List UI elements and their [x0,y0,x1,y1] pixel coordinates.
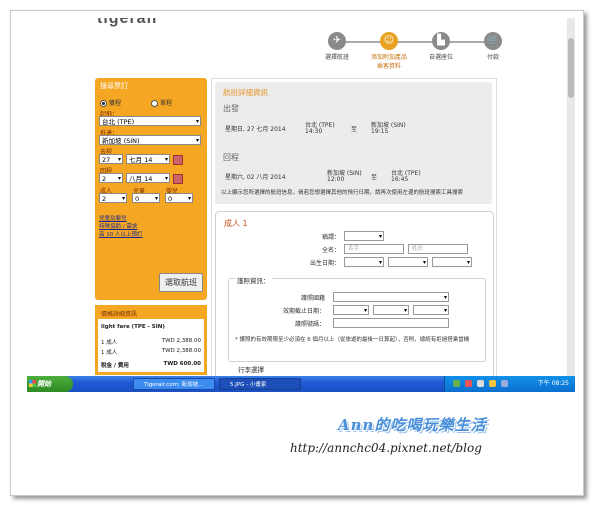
task-paint[interactable]: 5.JPG - 小畫家 [219,378,301,390]
outbound-label: 出發 [223,104,239,113]
tray-network-icon[interactable] [453,380,460,387]
flight-details-title: 航班詳細資訊 [223,88,268,97]
link-children-infants[interactable]: 兒童及嬰兒 [99,214,127,222]
origin-select[interactable]: 台北 (TPE) [99,116,201,127]
adults-select[interactable]: 2 [99,193,127,204]
return-day-select[interactable]: 2 [99,173,123,184]
seat-icon: ▙ [432,32,450,50]
expiry-day-select[interactable] [333,305,369,315]
depart-day-select[interactable]: 27 [99,154,123,165]
windows-taskbar: 開始 Tigerair.com: 新加坡... 5.JPG - 小畫家 下午 0… [27,376,575,392]
passport-country-select[interactable] [333,292,449,302]
outbound-arrow: 至 [351,126,358,133]
dob-month-select[interactable] [388,257,428,267]
flight-details-box: 航班詳細資訊 出發 星期日, 27 七月 2014 台北 (TPE) 14:30… [215,82,492,204]
search-title: 搜尋票訂 [100,82,128,90]
return-arrow: 至 [371,174,378,181]
step-seat[interactable]: ▙ 自選座位 [419,32,463,61]
outbound-date: 星期日, 27 七月 2014 [225,126,286,133]
price-details-panel: 價格詳細資訊 light fare (TPE - SIN) 1 成人 TWD 2,… [95,305,207,375]
return-month-select[interactable]: 八月 14 [126,173,170,184]
select-flight-button[interactable]: 選取航班 [159,273,203,292]
passport-number-label: 護照號碼： [294,321,325,328]
tray-app-icon[interactable] [489,380,496,387]
fare-name: light fare (TPE - SIN) [101,324,165,330]
outbound-dep-time: 14:30 [305,128,323,135]
return-arr-time: 16:45 [391,176,409,183]
price-title: 價格詳細資訊 [98,308,204,319]
tigerair-logo: tigerair [97,18,160,27]
title-select[interactable] [344,231,384,241]
luggage-title: 行李選擇 [238,366,264,374]
children-select[interactable]: 0 [132,193,160,204]
task-browser[interactable]: Tigerair.com: 新加坡... [133,378,215,390]
start-button[interactable]: 開始 [27,376,73,392]
system-tray: 下午 08:25 [444,376,575,392]
clock: 下午 08:25 [537,380,569,387]
link-group-booking[interactable]: 高 10 人以上預訂 [99,230,143,238]
dest-select[interactable]: 新加坡 (SIN) [99,135,201,146]
first-name-input[interactable]: 名字 [344,244,404,254]
dob-day-select[interactable] [344,257,384,267]
passenger-form: 成人 1 稱謂： 全名： 名字 姓氏 出生日期： 護照資訊： 護照國籍 效期截止… [215,211,494,376]
main-content: 航班詳細資訊 出發 星期日, 27 七月 2014 台北 (TPE) 14:30… [211,78,497,376]
windows-flag-icon [29,380,36,387]
expiry-year-select[interactable] [413,305,449,315]
tray-ime-icon[interactable] [501,380,508,387]
cart-icon: 🛒 [484,32,502,50]
page-scrollbar[interactable] [567,18,575,376]
radio-dot-icon [151,100,158,107]
step-payment[interactable]: 🛒 付款 [471,32,515,61]
calendar-icon[interactable] [173,155,183,165]
price-row: 1 成人 TWD 2,388.00 [101,348,201,356]
return-date: 星期六, 02 八月 2014 [225,174,286,181]
passport-country-label: 護照國籍 [300,295,325,302]
tray-security-icon[interactable] [465,380,472,387]
passport-section: 護照資訊： 護照國籍 效期截止日期： 護照號碼： * 護照的有效期限至少必須在 … [228,275,486,362]
blog-watermark: Ann的吃喝玩樂生活 [338,416,487,434]
people-icon: ☺ [380,32,398,50]
passport-expiry-label: 效期截止日期： [282,308,325,315]
browser-screenshot: tigerair ✈ 選擇航班 ☺ 添加附加產品 乘客資料 ▙ 自選座位 🛒 付… [27,18,575,376]
depart-month-select[interactable]: 七月 14 [126,154,170,165]
step-passenger-info[interactable]: ☺ 添加附加產品 乘客資料 [367,32,411,70]
flight-search-panel: 搜尋票訂 雙程 單程 起飛： 台北 (TPE) 抵達： 新加坡 (SIN) 去程… [95,78,207,300]
radio-dot-icon [100,100,107,107]
infants-select[interactable]: 0 [165,193,193,204]
return-dep-time: 12:00 [327,176,345,183]
booking-steps: ✈ 選擇航班 ☺ 添加附加產品 乘客資料 ▙ 自選座位 🛒 付款 [311,32,521,72]
plane-icon: ✈ [328,32,346,50]
calendar-icon[interactable] [173,174,183,184]
passport-note: * 護照的有效期限至少必須在 6 個月以上（從旅遊的最後一日算起），否則，總統有… [235,337,470,343]
price-row: 1 成人 TWD 2,388.00 [101,338,201,346]
scrollbar-thumb[interactable] [568,38,574,98]
return-segment-label: 回程 [223,153,239,162]
blog-url: http://annchc04.pixnet.net/blog [290,441,482,455]
radio-return[interactable]: 雙程 [100,98,121,107]
last-name-input[interactable]: 姓氏 [408,244,468,254]
title-label: 稱謂： [321,234,340,241]
name-label: 全名： [321,247,340,254]
passport-number-input[interactable] [333,318,449,328]
radio-oneway[interactable]: 單程 [151,98,172,107]
expiry-month-select[interactable] [373,305,409,315]
outbound-arr-time: 19:15 [371,128,389,135]
link-special-assistance[interactable]: 特殊協助 / 需求 [99,222,137,230]
step-select-flight[interactable]: ✈ 選擇航班 [315,32,359,61]
flight-note: 以上顯示您所選擇的航班信息，倘若您想選擇其他的飛行日期，請再次使用左邊的航班搜索… [221,190,464,196]
passport-title: 護照資訊： [235,275,272,285]
tray-volume-icon[interactable] [477,380,484,387]
dob-year-select[interactable] [432,257,472,267]
tax-row: 稅金 / 費用 TWD 600.00 [101,361,201,369]
passenger-title: 成人 1 [224,219,248,228]
dob-label: 出生日期： [309,260,340,267]
